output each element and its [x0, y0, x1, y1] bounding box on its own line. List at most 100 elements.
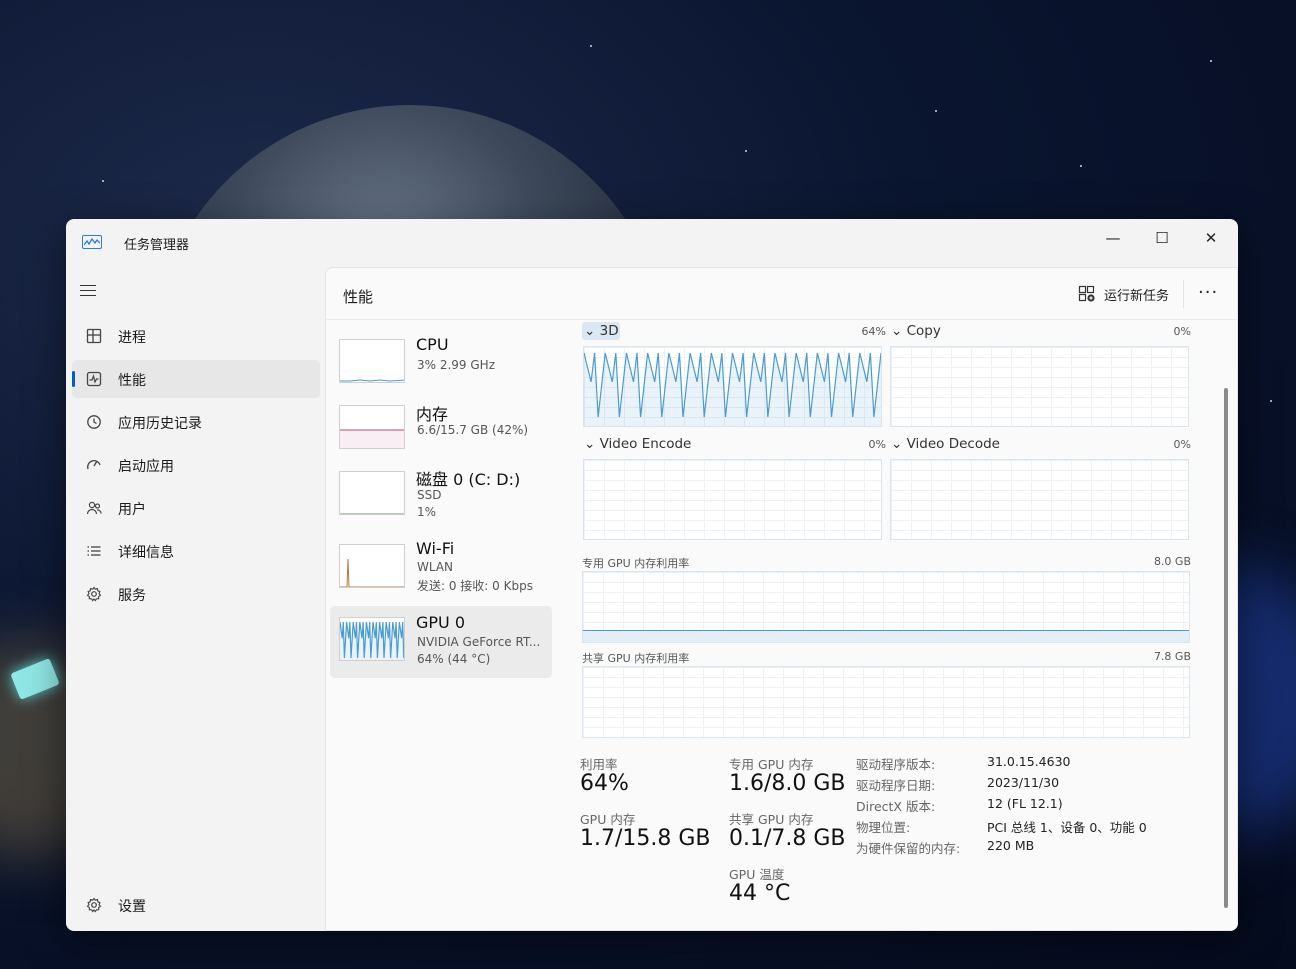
device-detail: SSD — [417, 488, 442, 502]
engine-label: Video Encode — [599, 436, 692, 452]
details-icon — [84, 541, 104, 561]
sidebar-item-label: 用户 — [118, 502, 146, 518]
engine-copy-graph — [890, 346, 1189, 427]
star — [745, 150, 747, 152]
device-detail: 6.6/15.7 GB (42%) — [417, 423, 529, 437]
disk-thumbnail-graph — [339, 471, 405, 515]
device-item-disk[interactable]: 磁盘 0 (C: D:) SSD 1% — [330, 462, 552, 528]
history-icon — [84, 412, 104, 432]
run-new-task-button[interactable]: 运行新任务 — [1078, 282, 1169, 306]
engine-video-encode-selector[interactable]: ⌄ Video Encode — [584, 436, 691, 452]
vertical-scrollbar[interactable] — [1224, 388, 1228, 908]
driver-info-key: 驱动程序日期: — [856, 778, 936, 793]
divider — [1183, 280, 1184, 308]
performance-panel: 性能 运行新任务 ··· CPU 3% 2.99 GHz 内存 6.6/15.7… — [325, 267, 1238, 931]
utilization-value: 64% — [580, 771, 629, 796]
startup-icon — [84, 455, 104, 475]
dedicated-memory-graph — [582, 571, 1190, 643]
active-indicator — [72, 371, 75, 387]
device-item-wifi[interactable]: Wi-Fi WLAN 发送: 0 接收: 0 Kbps — [330, 534, 552, 600]
sidebar-item-label: 服务 — [118, 588, 146, 604]
hamburger-menu-icon[interactable] — [80, 281, 102, 303]
sidebar-item-label: 详细信息 — [118, 545, 174, 561]
engine-percent: 0% — [1173, 325, 1191, 338]
engine-label: 3D — [599, 323, 619, 339]
driver-info-key: 驱动程序版本: — [856, 757, 936, 772]
processes-icon — [84, 326, 104, 346]
sidebar-item-settings[interactable]: 设置 — [72, 886, 272, 924]
shared-memory-graph — [582, 666, 1190, 738]
gpu-memory-value: 1.7/15.8 GB — [580, 826, 711, 851]
engine-3d-selector[interactable]: ⌄ 3D — [584, 323, 619, 339]
memory-thumbnail-graph — [339, 405, 405, 449]
device-detail: NVIDIA GeForce RT... — [417, 635, 541, 649]
panel-header: 性能 运行新任务 ··· — [326, 268, 1238, 320]
shared-memory-value: 0.1/7.8 GB — [729, 826, 846, 851]
engine-copy-selector[interactable]: ⌄ Copy — [891, 323, 941, 339]
driver-info-value: 2023/11/30 — [987, 775, 1060, 790]
gpu-temperature-value: 44 °C — [729, 881, 791, 906]
driver-info-key: 为硬件保留的内存: — [856, 841, 961, 856]
engine-percent: 0% — [868, 438, 886, 451]
task-manager-window: 任务管理器 — ☐ ✕ 进程 性能 应用历史记录 启动应用 用户 详细信息 服务… — [66, 219, 1238, 931]
device-name: GPU 0 — [416, 613, 466, 632]
more-options-button[interactable]: ··· — [1198, 282, 1218, 303]
star — [102, 180, 104, 182]
close-button[interactable]: ✕ — [1188, 223, 1234, 253]
sidebar-item-performance[interactable]: 性能 — [72, 360, 320, 398]
driver-info-key: DirectX 版本: — [856, 799, 936, 814]
dedicated-memory-value: 1.6/8.0 GB — [729, 771, 846, 796]
sidebar-item-details[interactable]: 详细信息 — [72, 532, 320, 570]
sidebar-item-label: 性能 — [118, 373, 146, 389]
star — [1270, 400, 1272, 402]
device-name: Wi-Fi — [416, 539, 455, 558]
device-name: CPU — [416, 335, 449, 354]
task-manager-app-icon — [82, 235, 102, 249]
engine-video-decode-selector[interactable]: ⌄ Video Decode — [891, 436, 1000, 452]
cpu-thumbnail-graph — [339, 339, 405, 383]
engine-3d-graph — [583, 346, 882, 427]
device-item-memory[interactable]: 内存 6.6/15.7 GB (42%) — [330, 396, 552, 458]
maximize-button[interactable]: ☐ — [1139, 223, 1185, 253]
engine-video-encode-graph — [583, 459, 882, 540]
star — [1210, 60, 1212, 62]
sidebar-item-label: 进程 — [118, 330, 146, 346]
sidebar-item-app-history[interactable]: 应用历史记录 — [72, 403, 320, 441]
dedicated-memory-fill — [583, 630, 1189, 642]
sidebar-item-startup[interactable]: 启动应用 — [72, 446, 320, 484]
engine-label: Copy — [906, 323, 941, 339]
device-detail: 64% (44 °C) — [417, 652, 491, 666]
device-item-gpu[interactable]: GPU 0 NVIDIA GeForce RT... 64% (44 °C) — [330, 606, 552, 678]
page-title: 性能 — [343, 288, 374, 306]
wifi-thumbnail-graph — [339, 544, 405, 588]
driver-info-value: PCI 总线 1、设备 0、功能 0 — [987, 820, 1147, 835]
engine-label: Video Decode — [906, 436, 1000, 452]
engine-percent: 0% — [1173, 438, 1191, 451]
driver-info-key: 物理位置: — [856, 820, 911, 835]
sidebar-item-users[interactable]: 用户 — [72, 489, 320, 527]
sidebar-item-processes[interactable]: 进程 — [72, 317, 320, 355]
title-bar[interactable]: 任务管理器 — ☐ ✕ — [66, 219, 1238, 267]
device-item-cpu[interactable]: CPU 3% 2.99 GHz — [330, 330, 552, 392]
sidebar-item-services[interactable]: 服务 — [72, 575, 320, 613]
engine-percent: 64% — [861, 325, 886, 338]
device-detail: 发送: 0 接收: 0 Kbps — [417, 579, 533, 593]
driver-info-value: 12 (FL 12.1) — [987, 796, 1063, 811]
dedicated-memory-graph-label: 专用 GPU 内存利用率 — [582, 557, 690, 570]
star — [1080, 165, 1082, 167]
run-task-label: 运行新任务 — [1104, 288, 1170, 304]
minimize-button[interactable]: — — [1090, 223, 1136, 253]
engine-video-decode-graph — [890, 459, 1189, 540]
performance-icon — [84, 369, 104, 389]
services-icon — [84, 584, 104, 604]
users-icon — [84, 498, 104, 518]
device-name: 内存 — [416, 405, 449, 424]
run-task-icon — [1078, 285, 1096, 303]
shared-memory-graph-label: 共享 GPU 内存利用率 — [582, 652, 690, 665]
device-detail: 3% 2.99 GHz — [417, 358, 496, 372]
driver-info-value: 220 MB — [987, 838, 1035, 853]
dedicated-memory-max: 8.0 GB — [1153, 555, 1191, 568]
window-title: 任务管理器 — [124, 238, 190, 253]
device-name: 磁盘 0 (C: D:) — [416, 470, 521, 489]
star — [590, 45, 592, 47]
